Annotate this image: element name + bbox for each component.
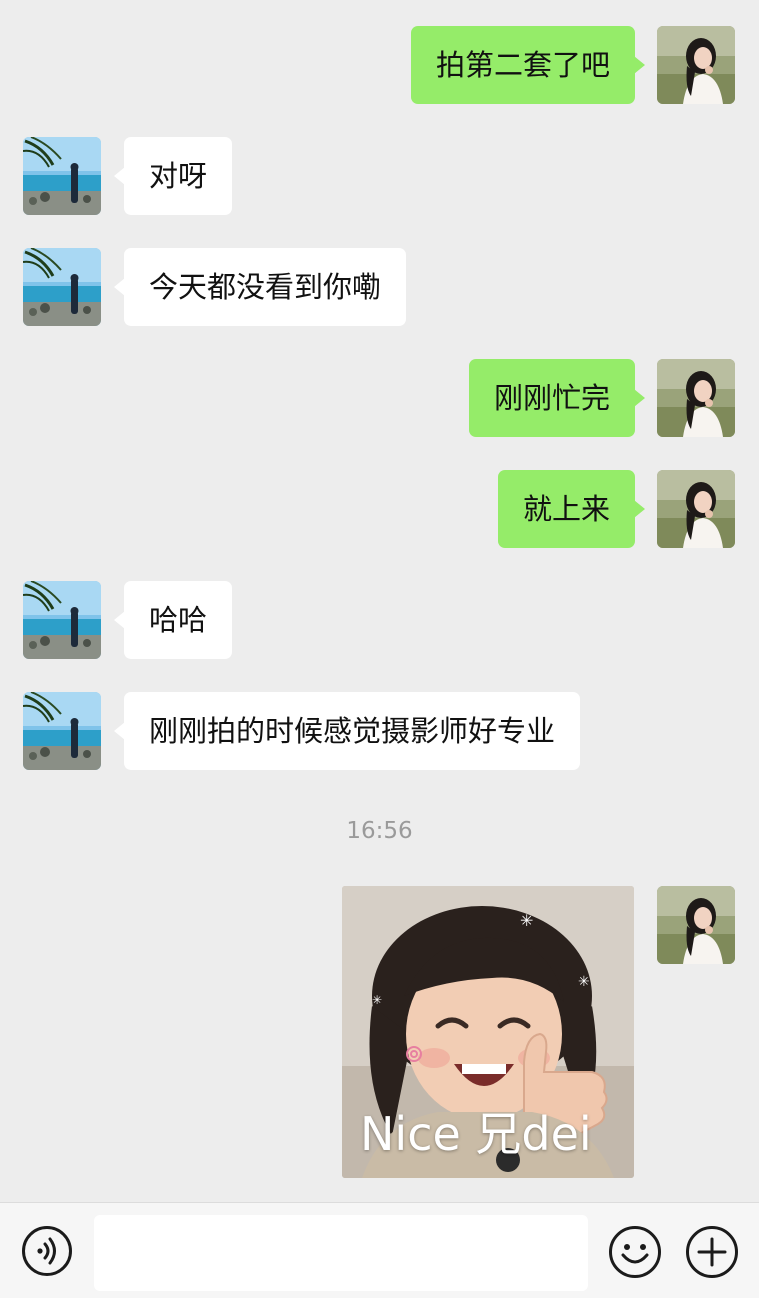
message-bubble-self[interactable]: 拍第二套了吧 bbox=[410, 26, 646, 104]
contact-avatar[interactable] bbox=[23, 248, 101, 326]
message-bubble-other[interactable]: 哈哈 bbox=[113, 581, 233, 659]
plus-icon[interactable] bbox=[685, 1225, 739, 1279]
self-avatar[interactable] bbox=[657, 26, 735, 104]
message-bubble-other[interactable]: 对呀 bbox=[113, 137, 233, 215]
svg-text:✳: ✳ bbox=[372, 993, 382, 1007]
avatar-image bbox=[657, 886, 735, 964]
message-row: 就上来 bbox=[0, 470, 759, 548]
message-bubble-self[interactable]: 就上来 bbox=[497, 470, 646, 548]
input-bar bbox=[0, 1202, 759, 1298]
avatar-image bbox=[23, 248, 101, 326]
emoji-icon[interactable] bbox=[608, 1225, 662, 1279]
avatar-image bbox=[657, 26, 735, 104]
contact-avatar[interactable] bbox=[23, 692, 101, 770]
message-input[interactable] bbox=[94, 1215, 588, 1291]
message-timestamp: 16:56 bbox=[346, 818, 413, 844]
avatar-image bbox=[23, 581, 101, 659]
avatar-image bbox=[657, 359, 735, 437]
message-row: 今天都没看到你嘞 bbox=[0, 248, 759, 326]
message-row: 拍第二套了吧 bbox=[0, 26, 759, 104]
sticker-caption: Nice 兄dei bbox=[360, 1107, 592, 1161]
message-row: 哈哈 bbox=[0, 581, 759, 659]
voice-icon[interactable] bbox=[21, 1225, 73, 1277]
svg-text:✳: ✳ bbox=[578, 974, 590, 990]
message-row: 刚刚忙完 bbox=[0, 359, 759, 437]
contact-avatar[interactable] bbox=[23, 137, 101, 215]
chat-area[interactable]: 拍第二套了吧 对呀 今天都没看到你嘞 刚刚忙完 就上来 哈哈 刚刚拍的时候感觉摄… bbox=[0, 0, 759, 1200]
message-row: 对呀 bbox=[0, 137, 759, 215]
avatar-image bbox=[657, 470, 735, 548]
avatar-image bbox=[23, 692, 101, 770]
avatar-image bbox=[23, 137, 101, 215]
svg-text:✳: ✳ bbox=[520, 911, 533, 930]
message-row: 刚刚拍的时候感觉摄影师好专业 bbox=[0, 692, 759, 770]
message-bubble-other[interactable]: 刚刚拍的时候感觉摄影师好专业 bbox=[113, 692, 581, 770]
sticker-message[interactable]: ✳ ✳ ✳ Nice 兄dei bbox=[342, 886, 634, 1178]
self-avatar[interactable] bbox=[657, 359, 735, 437]
message-bubble-self[interactable]: 刚刚忙完 bbox=[468, 359, 646, 437]
self-avatar[interactable] bbox=[657, 470, 735, 548]
self-avatar[interactable] bbox=[657, 886, 735, 964]
contact-avatar[interactable] bbox=[23, 581, 101, 659]
message-bubble-other[interactable]: 今天都没看到你嘞 bbox=[113, 248, 407, 326]
